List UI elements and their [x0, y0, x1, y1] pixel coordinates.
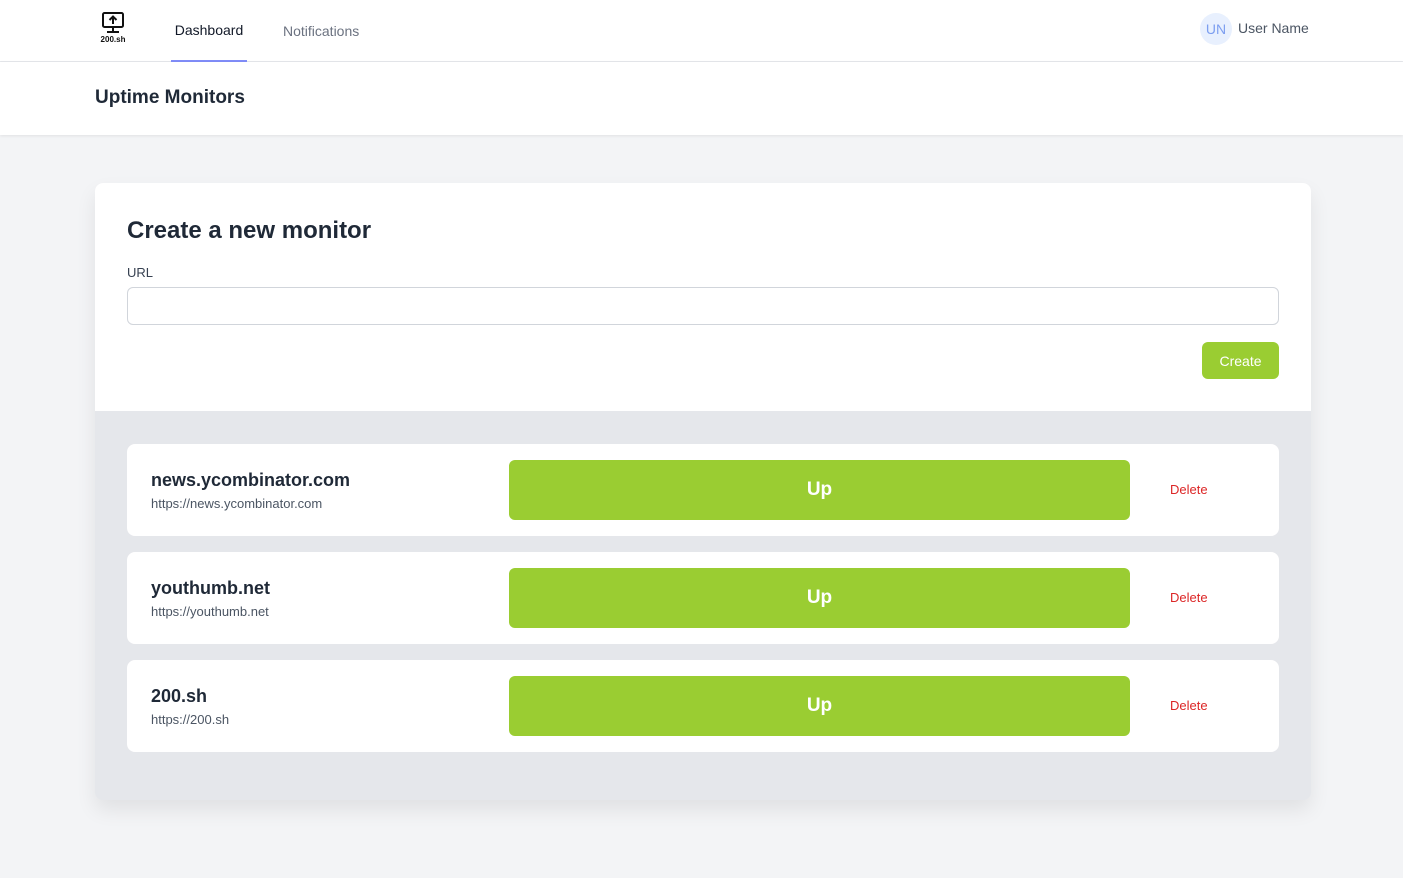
create-monitor-form: Create a new monitor URL Create — [95, 183, 1311, 411]
monitor-name: 200.sh — [151, 686, 208, 706]
create-monitor-title: Create a new monitor — [127, 217, 372, 244]
user-name: User Name — [1238, 20, 1309, 36]
logo[interactable]: 200.sh — [97, 12, 129, 48]
monitor-url: https://youthumb.net — [151, 604, 269, 619]
create-button[interactable]: Create — [1202, 342, 1279, 379]
top-navbar: 200.sh Dashboard Notifications UN User N… — [0, 0, 1403, 62]
monitor-url: https://news.ycombinator.com — [151, 496, 323, 511]
monitor-item: news.ycombinator.com https://news.ycombi… — [127, 444, 1279, 536]
logo-text: 200.sh — [100, 35, 126, 44]
delete-button[interactable]: Delete — [1170, 482, 1208, 497]
monitors-panel: Create a new monitor URL Create news.yco… — [95, 183, 1311, 800]
status-badge: Up — [509, 676, 1130, 736]
user-menu[interactable]: UN User Name — [1200, 13, 1309, 45]
tab-dashboard[interactable]: Dashboard — [171, 0, 247, 62]
monitor-name: youthumb.net — [151, 578, 270, 598]
delete-button[interactable]: Delete — [1170, 698, 1208, 713]
monitor-upload-icon — [102, 12, 124, 33]
page-header: Uptime Monitors — [0, 62, 1403, 135]
avatar: UN — [1200, 13, 1232, 45]
delete-button[interactable]: Delete — [1170, 590, 1208, 605]
monitor-name: news.ycombinator.com — [151, 470, 351, 490]
page-title: Uptime Monitors — [95, 87, 245, 108]
monitor-url: https://200.sh — [151, 712, 230, 727]
url-input[interactable] — [127, 287, 1279, 325]
monitor-item: 200.sh https://200.sh Up Delete — [127, 660, 1279, 752]
tab-notifications[interactable]: Notifications — [279, 0, 363, 62]
url-label: URL — [127, 265, 154, 280]
status-badge: Up — [509, 460, 1130, 520]
status-badge: Up — [509, 568, 1130, 628]
monitor-list: news.ycombinator.com https://news.ycombi… — [127, 444, 1279, 768]
monitor-item: youthumb.net https://youthumb.net Up Del… — [127, 552, 1279, 644]
